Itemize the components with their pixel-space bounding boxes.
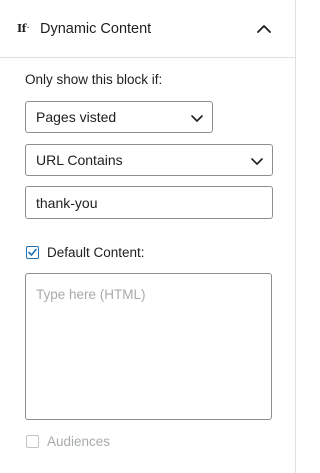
default-content-textarea[interactable] [25,273,272,420]
condition-label: Only show this block if: [25,72,163,87]
chevron-down-icon [250,154,264,168]
match-type-select[interactable]: URL Contains [25,144,273,176]
chevron-up-icon[interactable] [254,20,274,38]
if-block-icon: If· [17,22,35,36]
default-content-checkbox[interactable] [26,246,39,259]
chevron-down-icon [190,111,204,125]
rule-type-value: Pages visted [36,109,117,125]
if-block-icon-dot: · [26,23,29,32]
default-content-label[interactable]: Default Content: [47,244,145,261]
url-value-input[interactable] [25,186,273,219]
if-block-icon-glyph: If [17,22,26,35]
panel-title: Dynamic Content [40,21,152,37]
dynamic-content-panel: If· Dynamic Content Only show this block… [0,0,296,473]
rule-type-select[interactable]: Pages visted [25,101,213,133]
audiences-label: Audiences [47,434,111,449]
panel-header[interactable]: If· Dynamic Content [0,0,296,58]
audiences-checkbox[interactable] [26,435,39,448]
match-type-value: URL Contains [36,152,123,168]
